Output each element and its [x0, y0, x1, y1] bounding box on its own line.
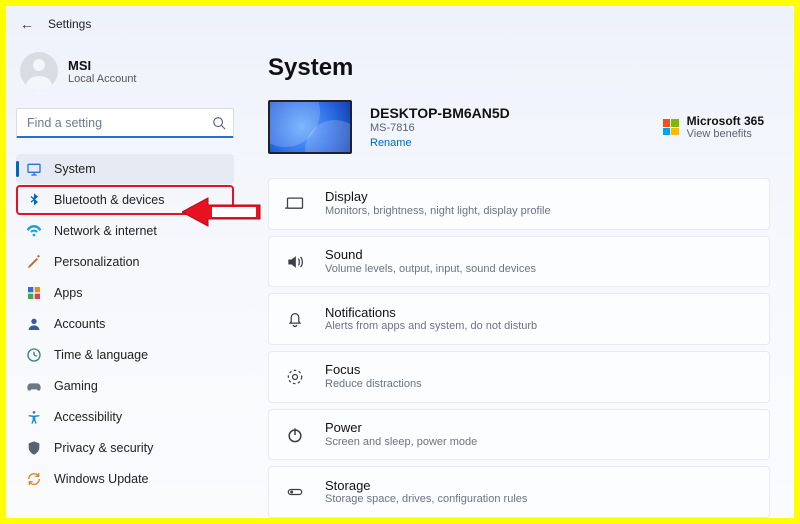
sound-icon [285, 252, 305, 272]
sidebar-item-label: Privacy & security [54, 441, 153, 455]
sidebar-item-gaming[interactable]: Gaming [16, 371, 234, 401]
system-icon [26, 161, 42, 177]
accounts-icon [26, 316, 42, 332]
card-storage[interactable]: Storage Storage space, drives, configura… [268, 466, 770, 518]
sidebar-item-label: Time & language [54, 348, 148, 362]
sidebar-item-apps[interactable]: Apps [16, 278, 234, 308]
sidebar-item-bluetooth[interactable]: Bluetooth & devices [16, 185, 234, 215]
power-icon [285, 425, 305, 445]
user-subtitle: Local Account [68, 73, 137, 85]
privacy-icon [26, 440, 42, 456]
sidebar-item-label: Network & internet [54, 224, 157, 238]
card-subtitle: Storage space, drives, configuration rul… [325, 493, 527, 506]
page-title: System [268, 42, 770, 100]
personalization-icon [26, 254, 42, 270]
device-thumbnail[interactable] [268, 100, 352, 154]
search-icon [212, 116, 226, 130]
device-rename-link[interactable]: Rename [370, 137, 510, 149]
sidebar-item-windows-update[interactable]: Windows Update [16, 464, 234, 494]
card-subtitle: Screen and sleep, power mode [325, 436, 477, 449]
card-title: Sound [325, 247, 536, 263]
card-title: Notifications [325, 305, 537, 321]
time-language-icon [26, 347, 42, 363]
sidebar-item-label: Gaming [54, 379, 98, 393]
sidebar-item-label: Personalization [54, 255, 139, 269]
network-icon [26, 223, 42, 239]
account-block[interactable]: MSI Local Account [16, 42, 234, 108]
device-model: MS-7816 [370, 122, 510, 134]
sidebar-item-time-language[interactable]: Time & language [16, 340, 234, 370]
windows-update-icon [26, 471, 42, 487]
sidebar: MSI Local Account System [6, 42, 244, 518]
sidebar-item-label: Bluetooth & devices [54, 193, 165, 207]
card-notifications[interactable]: Notifications Alerts from apps and syste… [268, 293, 770, 345]
main-content: System DESKTOP-BM6AN5D MS-7816 Rename Mi… [244, 42, 794, 518]
avatar [20, 52, 58, 90]
sidebar-item-personalization[interactable]: Personalization [16, 247, 234, 277]
card-title: Storage [325, 478, 527, 494]
card-subtitle: Volume levels, output, input, sound devi… [325, 263, 536, 276]
search-box[interactable] [16, 108, 234, 138]
card-power[interactable]: Power Screen and sleep, power mode [268, 409, 770, 461]
sidebar-item-privacy[interactable]: Privacy & security [16, 433, 234, 463]
gaming-icon [26, 378, 42, 394]
sidebar-item-label: Windows Update [54, 472, 149, 486]
sidebar-item-label: System [54, 162, 96, 176]
device-name: DESKTOP-BM6AN5D [370, 105, 510, 121]
microsoft-logo-icon [663, 119, 679, 135]
m365-subtitle: View benefits [687, 128, 764, 140]
nav-list: System Bluetooth & devices Network & int… [16, 154, 234, 494]
sidebar-item-system[interactable]: System [16, 154, 234, 184]
card-title: Display [325, 189, 551, 205]
header-title: Settings [48, 17, 91, 31]
card-title: Power [325, 420, 477, 436]
card-focus[interactable]: Focus Reduce distractions [268, 351, 770, 403]
focus-icon [285, 367, 305, 387]
window-header: ← Settings [6, 6, 794, 42]
notifications-icon [285, 309, 305, 329]
card-title: Focus [325, 362, 422, 378]
sidebar-item-label: Accounts [54, 317, 105, 331]
card-display[interactable]: Display Monitors, brightness, night ligh… [268, 178, 770, 230]
back-icon[interactable]: ← [20, 16, 34, 32]
sidebar-item-accessibility[interactable]: Accessibility [16, 402, 234, 432]
apps-icon [26, 285, 42, 301]
search-input[interactable] [16, 108, 234, 138]
sidebar-item-label: Apps [54, 286, 83, 300]
card-subtitle: Alerts from apps and system, do not dist… [325, 320, 537, 333]
settings-cards: Display Monitors, brightness, night ligh… [268, 178, 770, 518]
device-row: DESKTOP-BM6AN5D MS-7816 Rename Microsoft… [268, 100, 770, 154]
card-subtitle: Monitors, brightness, night light, displ… [325, 205, 551, 218]
user-name: MSI [68, 58, 137, 73]
card-subtitle: Reduce distractions [325, 378, 422, 391]
accessibility-icon [26, 409, 42, 425]
microsoft-365-block[interactable]: Microsoft 365 View benefits [663, 114, 770, 140]
sidebar-item-network[interactable]: Network & internet [16, 216, 234, 246]
sidebar-item-accounts[interactable]: Accounts [16, 309, 234, 339]
display-icon [285, 194, 305, 214]
storage-icon [285, 482, 305, 502]
m365-title: Microsoft 365 [687, 114, 764, 128]
sidebar-item-label: Accessibility [54, 410, 122, 424]
bluetooth-icon [26, 192, 42, 208]
card-sound[interactable]: Sound Volume levels, output, input, soun… [268, 236, 770, 288]
